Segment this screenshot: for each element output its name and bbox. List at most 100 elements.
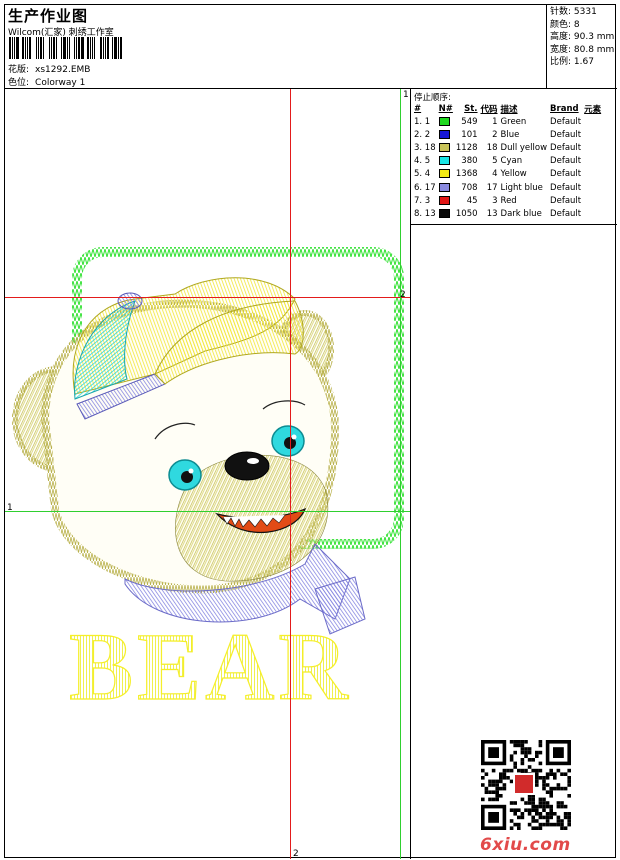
qr-module — [531, 819, 535, 823]
qr-module — [549, 794, 553, 798]
qr-module — [520, 758, 525, 762]
qr-module — [538, 740, 543, 744]
colorway-label: 色位: — [8, 78, 30, 88]
qr-module — [560, 822, 564, 827]
row-swatch — [438, 181, 456, 194]
qr-module — [556, 801, 561, 805]
qr-module — [531, 797, 535, 802]
production-sheet: 生产作业图 Wilcom(汇家) 刺绣工作室 花版: xs1292.EMB 色位:… — [4, 4, 617, 859]
qr-module — [538, 801, 543, 805]
qr-module — [513, 812, 517, 816]
color-row[interactable]: 2. 2 101 2 Blue Default — [414, 128, 604, 141]
qr-module — [488, 783, 492, 787]
design-canvas[interactable]: BEAR 2 2 1 1 — [5, 89, 410, 859]
nose-highlight — [247, 458, 259, 464]
stat-colors: 颜色: 8 — [550, 19, 580, 30]
qr-module — [545, 801, 550, 805]
guide-red-vertical[interactable] — [290, 89, 291, 859]
qr-module — [542, 804, 546, 809]
qr-module — [542, 801, 546, 805]
qr-module — [545, 812, 550, 816]
qr-module — [481, 776, 485, 780]
qr-module — [535, 808, 539, 812]
qr-module — [527, 747, 532, 751]
qr-module — [524, 750, 528, 755]
row-code: 17 — [486, 182, 498, 193]
row-stitches: 549 — [461, 116, 478, 127]
qr-module — [538, 812, 543, 816]
qr-module — [553, 772, 557, 776]
guide-red-horizontal[interactable] — [5, 297, 410, 298]
qr-module — [549, 790, 553, 794]
qr-module — [509, 826, 514, 830]
row-index: 3. 18 — [414, 142, 436, 153]
qr-module — [553, 776, 557, 780]
row-brand: Default — [550, 156, 582, 167]
barcode-bar — [32, 37, 35, 59]
qr-module — [535, 826, 539, 830]
color-row[interactable]: 8. 13 1050 13 Dark blue Default — [414, 207, 604, 220]
color-row[interactable]: 3. 18 1128 18 Dull yellow Default — [414, 141, 604, 154]
color-row[interactable]: 5. 4 1368 4 Yellow Default — [414, 168, 604, 181]
qr-module — [513, 801, 517, 805]
qr-module — [535, 768, 539, 773]
row-swatch — [438, 141, 456, 154]
color-table-header: # N# St. 代码 描述 Brand 元素 — [414, 102, 604, 115]
row-swatch — [438, 155, 456, 168]
row-code: 2 — [492, 129, 498, 140]
color-row[interactable]: 7. 3 45 3 Red Default — [414, 194, 604, 207]
qr-module — [538, 804, 543, 809]
row-brand: Default — [550, 116, 582, 127]
color-row[interactable]: 4. 5 380 5 Cyan Default — [414, 155, 604, 168]
qr-module — [488, 812, 499, 823]
qr-module — [509, 808, 514, 812]
qr-module — [535, 754, 539, 758]
qr-module — [499, 772, 503, 776]
qr-module — [527, 765, 532, 769]
qr-module — [513, 750, 517, 755]
qr-module — [560, 786, 564, 791]
color-swatch — [438, 182, 450, 192]
qr-module — [491, 783, 496, 787]
col-brand: Brand — [550, 103, 579, 114]
colorway-value: Colorway 1 — [35, 78, 86, 88]
qr-module — [520, 747, 525, 751]
qr-module — [542, 808, 546, 812]
bear-text: BEAR — [69, 613, 352, 720]
row-code: 1 — [492, 116, 498, 127]
barcode-bar — [20, 37, 21, 59]
qr-module — [545, 804, 550, 809]
qr-module — [538, 768, 543, 773]
row-index: 6. 17 — [414, 182, 436, 193]
barcode-bar — [69, 37, 70, 59]
barcode-bar — [120, 37, 122, 59]
qr-module — [542, 797, 546, 802]
barcode-bar — [85, 37, 86, 59]
qr-module — [495, 779, 499, 784]
qr-module — [549, 808, 553, 812]
qr-module — [499, 794, 503, 798]
hat-pompom — [117, 292, 143, 310]
qr-module — [524, 754, 528, 758]
barcode-bar — [76, 37, 77, 59]
qr-module — [506, 776, 510, 780]
qr-module — [527, 822, 532, 827]
qr-module — [531, 801, 535, 805]
qr-module — [567, 819, 571, 823]
guide-green-vertical[interactable] — [400, 89, 401, 859]
qr-module — [545, 776, 550, 780]
guide-green-horizontal[interactable] — [5, 511, 410, 512]
barcode-bar — [100, 37, 102, 59]
qr-module — [538, 797, 543, 802]
qr-module — [517, 808, 521, 812]
qr-module — [520, 740, 525, 744]
row-index: 7. 3 — [414, 195, 431, 206]
qr-module — [556, 783, 561, 787]
barcode-bar — [36, 37, 37, 59]
color-row[interactable]: 6. 17 708 17 Light blue Default — [414, 181, 604, 194]
header-panel: 生产作业图 Wilcom(汇家) 刺绣工作室 花版: xs1292.EMB 色位:… — [5, 5, 547, 89]
row-element — [584, 115, 604, 128]
qr-module — [499, 786, 503, 791]
color-row[interactable]: 1. 1 549 1 Green Default — [414, 115, 604, 128]
embroidery-artwork: BEAR — [12, 247, 404, 721]
